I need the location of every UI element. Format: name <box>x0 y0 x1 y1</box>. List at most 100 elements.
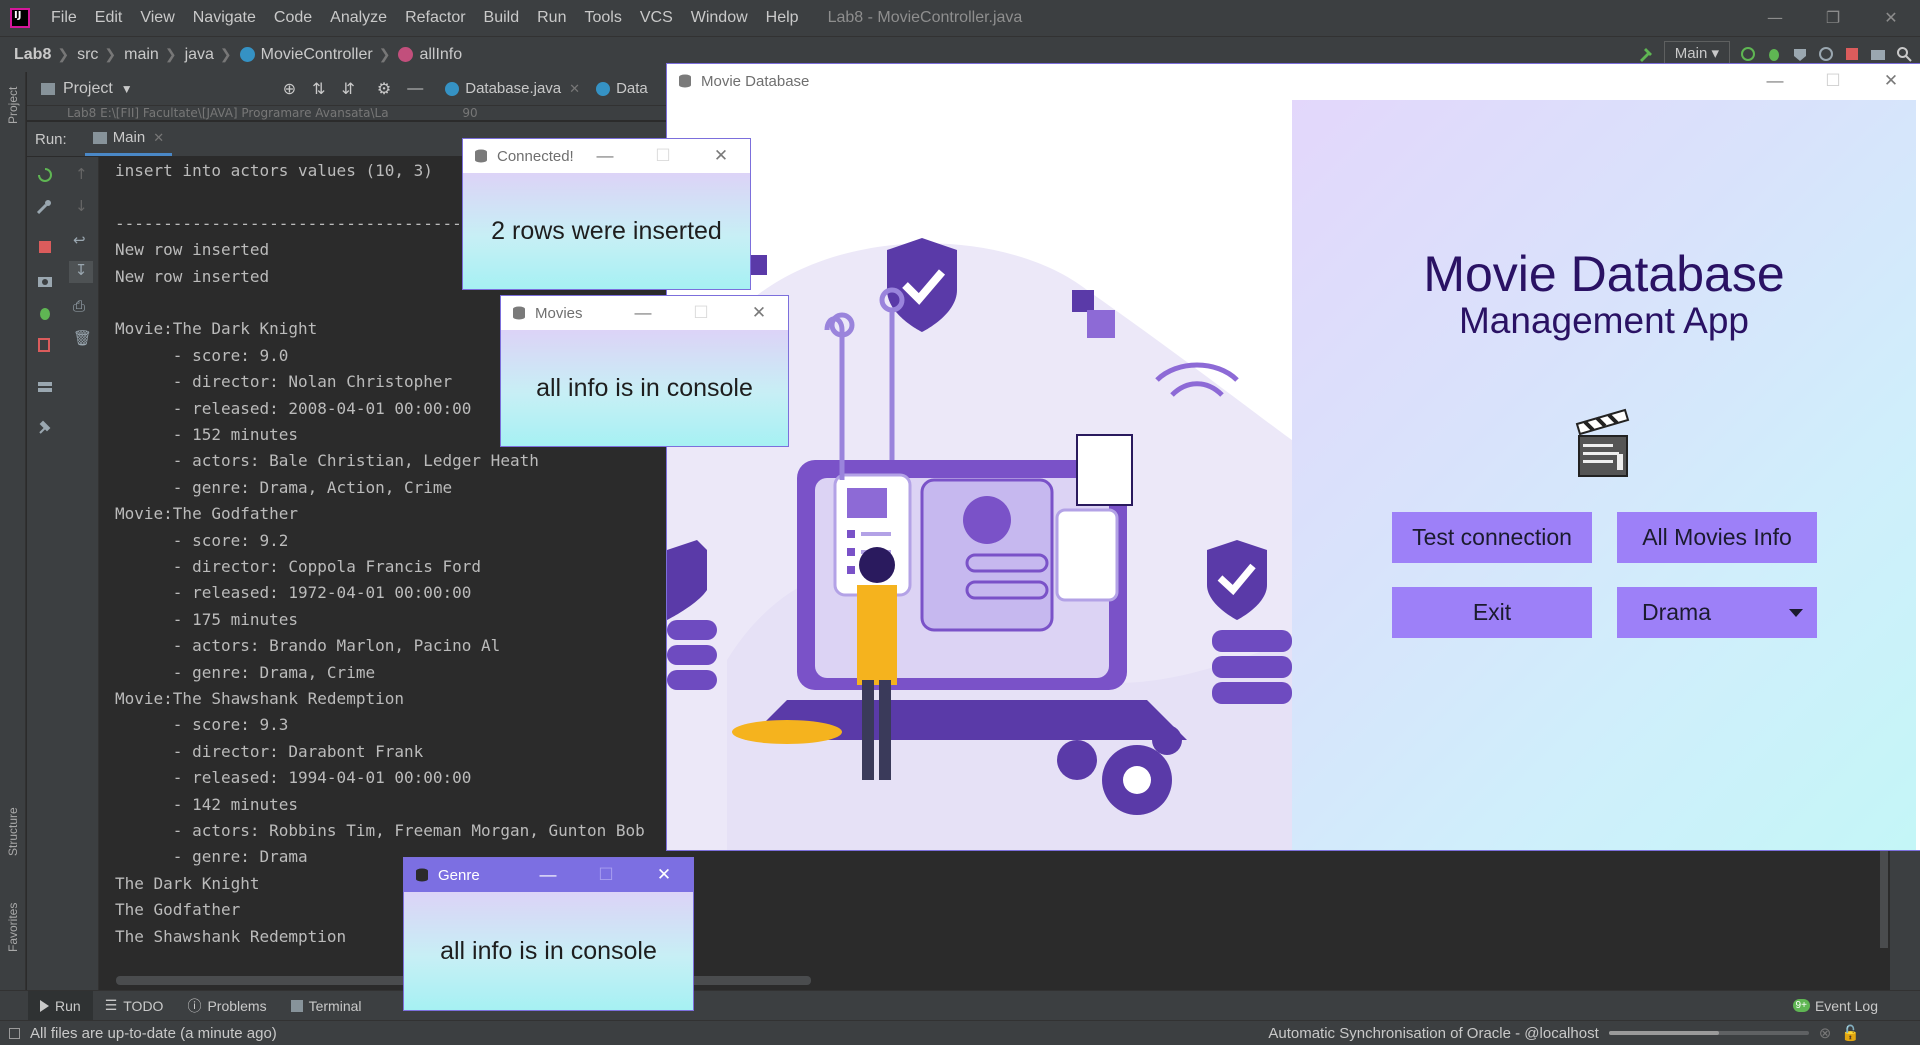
bottom-tab-problems[interactable]: ⓘ Problems <box>175 991 278 1021</box>
tab-data[interactable]: Data <box>588 72 656 106</box>
stop-icon[interactable] <box>36 239 54 255</box>
profiler-icon[interactable] <box>1818 46 1834 62</box>
menu-window[interactable]: Window <box>682 9 757 27</box>
close-icon[interactable]: ✕ <box>692 139 750 173</box>
close-icon[interactable]: ✕ <box>153 130 164 146</box>
hide-icon[interactable]: — <box>407 80 423 98</box>
breadcrumb-allinfo[interactable]: allInfo <box>390 46 468 64</box>
bottom-tab-todo[interactable]: ☰ TODO <box>93 991 176 1021</box>
menu-navigate[interactable]: Navigate <box>184 9 265 27</box>
lock-icon[interactable]: 🔓 <box>1841 1024 1860 1042</box>
project-structure-icon[interactable] <box>1870 46 1886 62</box>
collapse-all-icon[interactable]: ⇵ <box>342 79 355 99</box>
bottom-tab-run[interactable]: Run <box>28 990 93 1021</box>
menu-tools[interactable]: Tools <box>575 9 630 27</box>
genre-select[interactable]: Drama <box>1617 587 1817 638</box>
arrow-up-icon[interactable]: ↑ <box>75 165 88 183</box>
maximize-icon[interactable]: ☐ <box>1804 64 1862 98</box>
menu-build[interactable]: Build <box>475 9 529 27</box>
close-icon[interactable]: ✕ <box>730 296 788 330</box>
console-line: - genre: Drama <box>115 847 308 867</box>
search-everywhere-icon[interactable] <box>1896 46 1912 62</box>
ide-window-controls: — ❐ ✕ <box>1746 0 1920 36</box>
menu-run[interactable]: Run <box>528 9 575 27</box>
menu-refactor[interactable]: Refactor <box>396 9 474 27</box>
console-line: - 175 minutes <box>115 609 299 629</box>
rerun-icon[interactable] <box>36 167 54 183</box>
genre-dialog-titlebar[interactable]: Genre — ☐ ✕ <box>404 858 693 892</box>
minimize-icon[interactable]: — <box>1746 0 1804 36</box>
coverage-icon[interactable] <box>1792 46 1808 62</box>
stop-icon[interactable] <box>1844 46 1860 62</box>
favorites-tool-tab[interactable]: Favorites <box>6 903 20 952</box>
menu-code[interactable]: Code <box>265 9 321 27</box>
bottom-tab-problems-label: Problems <box>207 997 267 1014</box>
menu-view[interactable]: View <box>131 9 183 27</box>
exit-icon[interactable] <box>36 337 54 353</box>
exit-button[interactable]: Exit <box>1392 587 1592 638</box>
wrench-icon[interactable] <box>36 199 54 215</box>
breadcrumb-main[interactable]: main <box>116 46 165 64</box>
debug-icon[interactable] <box>36 305 54 321</box>
maximize-icon[interactable]: ☐ <box>634 139 692 173</box>
arrow-down-icon[interactable]: ↓ <box>75 197 88 215</box>
locate-icon[interactable]: ⊕ <box>283 79 296 99</box>
menu-help[interactable]: Help <box>757 9 808 27</box>
bottom-tab-event-log[interactable]: 9+ Event Log <box>1781 991 1890 1021</box>
minimize-icon[interactable]: — <box>1746 64 1804 98</box>
all-movies-info-button[interactable]: All Movies Info <box>1617 512 1817 563</box>
console-line: - director: Darabont Frank <box>115 741 424 761</box>
cancel-sync-icon[interactable]: ⊗ <box>1819 1024 1832 1042</box>
pin-icon[interactable] <box>36 419 54 435</box>
gear-icon[interactable]: ⚙ <box>377 79 391 99</box>
minimize-icon[interactable]: — <box>519 858 577 892</box>
chevron-down-icon[interactable]: ▼ <box>121 82 133 96</box>
menu-edit[interactable]: Edit <box>86 9 132 27</box>
structure-tool-tab[interactable]: Structure <box>6 807 20 856</box>
movie-database-titlebar[interactable]: Movie Database — ☐ ✕ <box>667 64 1920 98</box>
play-icon <box>40 999 49 1012</box>
sync-progress-bar <box>1608 1031 1809 1035</box>
layout-icon[interactable] <box>36 379 54 395</box>
minimize-icon[interactable]: — <box>614 296 672 330</box>
scroll-to-end-icon[interactable]: ↧ <box>69 261 93 283</box>
project-view-select[interactable]: Project <box>63 80 113 98</box>
rerun-icon[interactable] <box>1740 46 1756 62</box>
test-connection-button[interactable]: Test connection <box>1392 512 1592 563</box>
connected-dialog-titlebar[interactable]: Connected! — ☐ ✕ <box>463 139 750 173</box>
close-icon[interactable]: ✕ <box>569 81 580 97</box>
trash-icon[interactable]: 🗑 <box>73 329 92 347</box>
print-icon[interactable]: ⎙ <box>73 297 85 315</box>
expand-all-icon[interactable]: ⇅ <box>312 79 325 99</box>
console-vertical-scrollbar[interactable] <box>1880 848 1888 948</box>
project-tree-row[interactable]: Lab8 E:\[FII] Facultate\[JAVA] Programar… <box>27 106 667 120</box>
breadcrumb-moviecontroller[interactable]: MovieController <box>232 46 379 64</box>
breadcrumb-lab8[interactable]: Lab8 <box>0 46 57 64</box>
tab-database-java[interactable]: Database.java ✕ <box>437 72 588 106</box>
window-controls: — ☐ ✕ <box>614 296 788 330</box>
close-icon[interactable]: ✕ <box>1862 0 1920 36</box>
menu-file[interactable]: File <box>42 9 86 27</box>
tab-run-main[interactable]: Main ✕ <box>84 122 173 156</box>
soft-wrap-icon[interactable]: ↩ <box>73 231 86 249</box>
illustration-graphic <box>667 238 1292 850</box>
minimize-icon[interactable]: — <box>576 139 634 173</box>
debug-bug-icon[interactable] <box>1766 46 1782 62</box>
movies-dialog-titlebar[interactable]: Movies — ☐ ✕ <box>501 296 788 330</box>
menu-analyze[interactable]: Analyze <box>321 9 396 27</box>
menu-vcs[interactable]: VCS <box>631 9 682 27</box>
movie-database-title: Movie Database <box>701 72 810 90</box>
build-hammer-icon[interactable] <box>1638 46 1654 62</box>
restore-icon[interactable]: ❐ <box>1804 0 1862 36</box>
status-toggle-icon[interactable] <box>9 1027 20 1039</box>
bottom-tab-terminal[interactable]: Terminal <box>279 991 374 1021</box>
maximize-icon[interactable]: ☐ <box>577 858 635 892</box>
project-tool-tab[interactable]: Project <box>6 87 20 124</box>
close-icon[interactable]: ✕ <box>1862 64 1920 98</box>
camera-icon[interactable] <box>36 273 54 289</box>
breadcrumb-src[interactable]: src <box>69 46 104 64</box>
close-icon[interactable]: ✕ <box>635 858 693 892</box>
sync-progress-fill <box>1608 1031 1719 1035</box>
maximize-icon[interactable]: ☐ <box>672 296 730 330</box>
breadcrumb-java[interactable]: java <box>177 46 220 64</box>
